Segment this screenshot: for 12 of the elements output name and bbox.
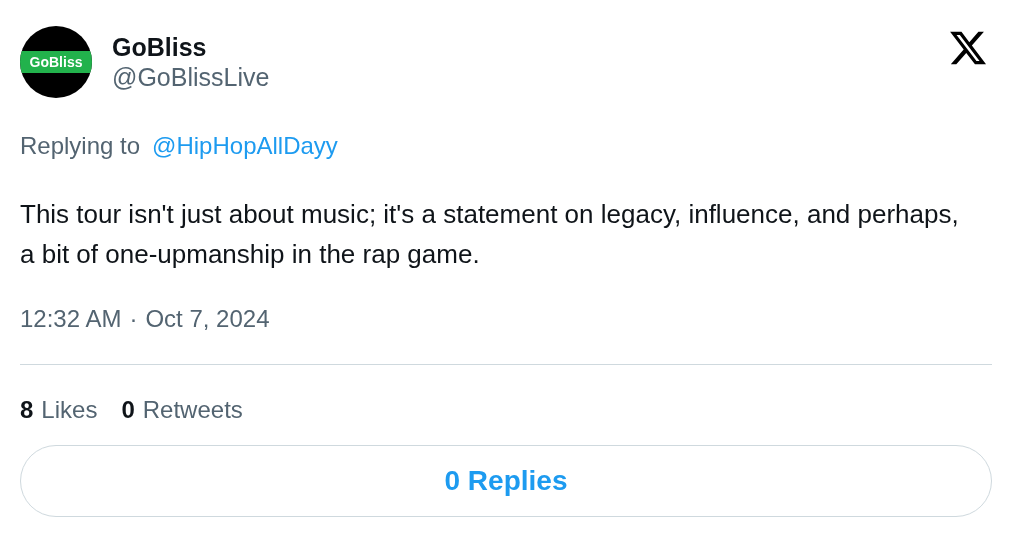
author-name[interactable]: GoBliss xyxy=(112,32,270,62)
author-handle[interactable]: @GoBlissLive xyxy=(112,62,270,92)
stat-label: Likes xyxy=(41,395,98,425)
stat-label: Retweets xyxy=(142,395,243,425)
separator-dot: · xyxy=(129,304,138,334)
stat-count: 0 xyxy=(121,395,135,425)
tweet-time[interactable]: 12:32 AM xyxy=(20,304,122,334)
replying-to-label: Replying to xyxy=(20,131,141,161)
stat-count: 8 xyxy=(20,395,34,425)
tweet-date[interactable]: Oct 7, 2024 xyxy=(145,304,270,334)
tweet-text: This tour isn't just about music; it's a statement on legacy, influence, and perhaps, a bit of one-upmanship in the rap game. xyxy=(20,198,960,271)
logo-text: GoBliss xyxy=(20,51,92,73)
